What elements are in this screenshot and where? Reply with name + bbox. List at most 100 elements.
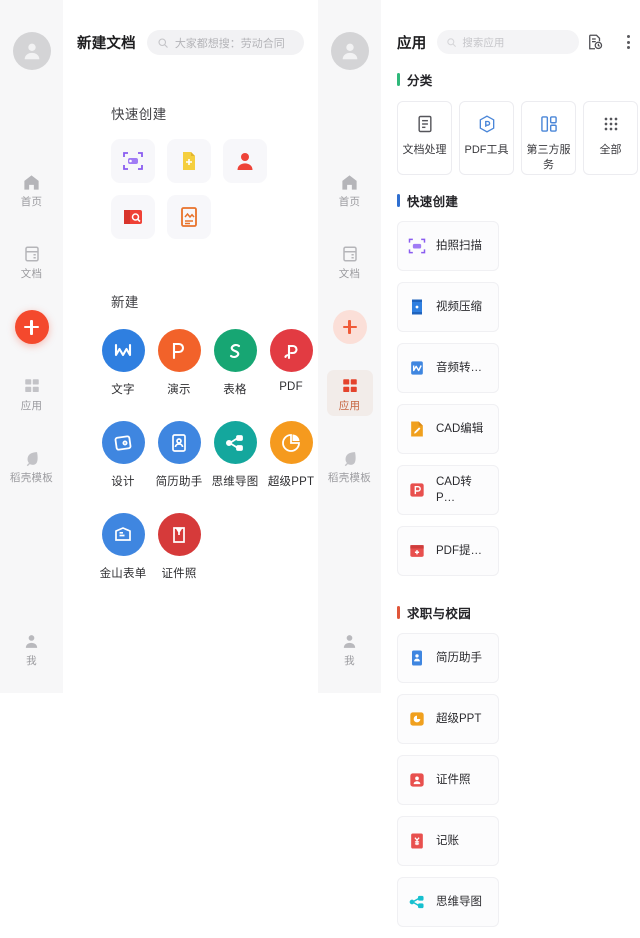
app-label: 视频压缩: [436, 301, 482, 313]
resume-card-icon: [406, 647, 428, 669]
sidebar-item-templates[interactable]: 稻壳模板: [327, 442, 373, 488]
new-item-presentation[interactable]: 演示: [151, 329, 207, 397]
ledger-icon: [406, 830, 428, 852]
sidebar-item-me[interactable]: 我: [9, 625, 55, 671]
app-label: PDF提…: [436, 545, 482, 557]
apps-grid-icon: [341, 375, 359, 397]
sidebar-item-templates[interactable]: 稻壳模板: [9, 442, 55, 488]
home-icon: [22, 171, 41, 193]
super-ppt-icon: [269, 421, 313, 464]
avatar[interactable]: [330, 32, 369, 70]
new-item-design[interactable]: 设计: [95, 421, 151, 489]
audio-to-word-icon: [406, 357, 428, 379]
sidebar-label: 稻壳模板: [327, 472, 372, 484]
new-heading: 新建: [111, 295, 139, 310]
image-to-text-icon: [181, 207, 197, 227]
spreadsheet-s-icon: [213, 329, 257, 372]
sidebar-label: 应用: [20, 400, 43, 412]
document-icon: [341, 243, 359, 265]
new-item-mindmap[interactable]: 思维导图: [207, 421, 263, 489]
section-title: 快速创建: [407, 195, 459, 209]
section-header-career-campus: 求职与校园: [397, 603, 640, 622]
page-title: 应用: [397, 35, 427, 52]
pdf-extract-icon: [406, 540, 428, 562]
sidebar-label: 我: [26, 655, 37, 667]
app-card-id-photo[interactable]: 证件照: [397, 755, 499, 805]
category-label: 文档处理: [402, 144, 447, 156]
template-leaf-icon: [340, 447, 359, 469]
sidebar-item-apps[interactable]: 应用: [9, 370, 55, 416]
document-icon: [23, 243, 41, 265]
quick-create-scan[interactable]: [111, 139, 155, 183]
app-label: 超级PPT: [436, 713, 482, 725]
create-new-button[interactable]: [332, 310, 367, 344]
recent-document-icon[interactable]: [585, 32, 605, 52]
sidebar-label: 文档: [338, 268, 361, 280]
home-icon: [340, 171, 359, 193]
third-party-icon: [540, 116, 557, 132]
app-card-photo-scan[interactable]: 拍照扫描: [397, 221, 499, 271]
category-card-row: 文档处理 PDF工具 第三方服务 全部: [397, 101, 640, 175]
app-card-cad-to-pdf[interactable]: CAD转P…: [397, 465, 499, 515]
person-icon: [341, 630, 358, 652]
app-card-resume-assistant[interactable]: 简历助手: [397, 633, 499, 683]
search-input[interactable]: 大家都想搜：劳动合同: [146, 30, 304, 55]
create-new-button[interactable]: [14, 310, 49, 344]
app-card-cad-edit[interactable]: CAD编辑: [397, 404, 499, 454]
app-card-video-compress[interactable]: 视频压缩: [397, 282, 499, 332]
sidebar-item-documents[interactable]: 文档: [9, 238, 55, 284]
app-card-bookkeeping[interactable]: 记账: [397, 816, 499, 866]
category-card-doc-processing[interactable]: 文档处理: [397, 101, 452, 175]
page-title: 新建文档: [77, 36, 136, 52]
resume-card-icon: [157, 421, 201, 464]
super-ppt-icon: [406, 708, 428, 730]
new-item-form[interactable]: 金山表单: [95, 513, 151, 581]
new-item-resume[interactable]: 简历助手: [151, 421, 207, 489]
middle-sidebar-rail: 首页 文档 应用 稻壳模板 我: [318, 0, 381, 693]
more-kebab-icon[interactable]: [619, 32, 637, 52]
app-label: 证件照: [436, 774, 471, 786]
category-card-pdf-tools[interactable]: PDF工具: [459, 101, 514, 175]
new-item-super-ppt[interactable]: 超级PPT: [263, 421, 319, 489]
doc-panel-header: 新建文档 大家都想搜：劳动合同: [63, 0, 318, 55]
cad-to-pdf-icon: [406, 479, 428, 501]
quick-create-id-photo[interactable]: [223, 139, 267, 183]
category-card-third-party[interactable]: 第三方服务: [521, 101, 576, 175]
app-label: CAD转P…: [436, 476, 472, 504]
sidebar-item-documents[interactable]: 文档: [327, 238, 373, 284]
mindmap-icon: [213, 421, 257, 464]
accent-bar: [397, 73, 400, 86]
avatar[interactable]: [12, 32, 51, 70]
new-item-label: 文字: [111, 384, 135, 396]
quick-create-new-doc[interactable]: [167, 139, 211, 183]
section-header-category: 分类: [397, 70, 640, 89]
app-card-pdf-extract[interactable]: PDF提…: [397, 526, 499, 576]
app-card-super-ppt[interactable]: 超级PPT: [397, 694, 499, 744]
new-item-writer[interactable]: 文字: [95, 329, 151, 397]
sidebar-item-home[interactable]: 首页: [327, 166, 373, 212]
middle-rail-bottom: 我: [318, 625, 381, 671]
quick-create-pdf-scan[interactable]: [111, 195, 155, 239]
new-item-label: 金山表单: [99, 568, 147, 580]
new-item-spreadsheet[interactable]: 表格: [207, 329, 263, 397]
app-card-audio-to-text[interactable]: 音频转…: [397, 343, 499, 393]
person-icon: [23, 630, 40, 652]
category-card-all[interactable]: 全部: [583, 101, 638, 175]
search-input[interactable]: 搜索应用: [437, 30, 580, 54]
apps-grid-icon: [23, 375, 41, 397]
quick-create-image-to-text[interactable]: [167, 195, 211, 239]
apps-panel: 应用 搜索应用 分类 文档处理 PDF工具 第三方服务 全部 快速创建 拍照扫描…: [381, 0, 640, 927]
app-card-mindmap[interactable]: 思维导图: [397, 877, 499, 927]
section-header-quick-create: 快速创建: [397, 191, 640, 210]
search-icon: [447, 37, 457, 47]
new-item-pdf[interactable]: PDF: [263, 329, 319, 397]
section-title: 求职与校园: [407, 607, 472, 621]
pdf-scan-icon: [124, 210, 142, 224]
sidebar-item-apps[interactable]: 应用: [326, 370, 373, 416]
new-item-label: 设计: [111, 476, 135, 488]
sidebar-label: 我: [344, 655, 355, 667]
sidebar-item-home[interactable]: 首页: [9, 166, 55, 212]
sidebar-item-me[interactable]: 我: [327, 625, 373, 671]
new-item-id-photo[interactable]: 证件照: [151, 513, 207, 581]
